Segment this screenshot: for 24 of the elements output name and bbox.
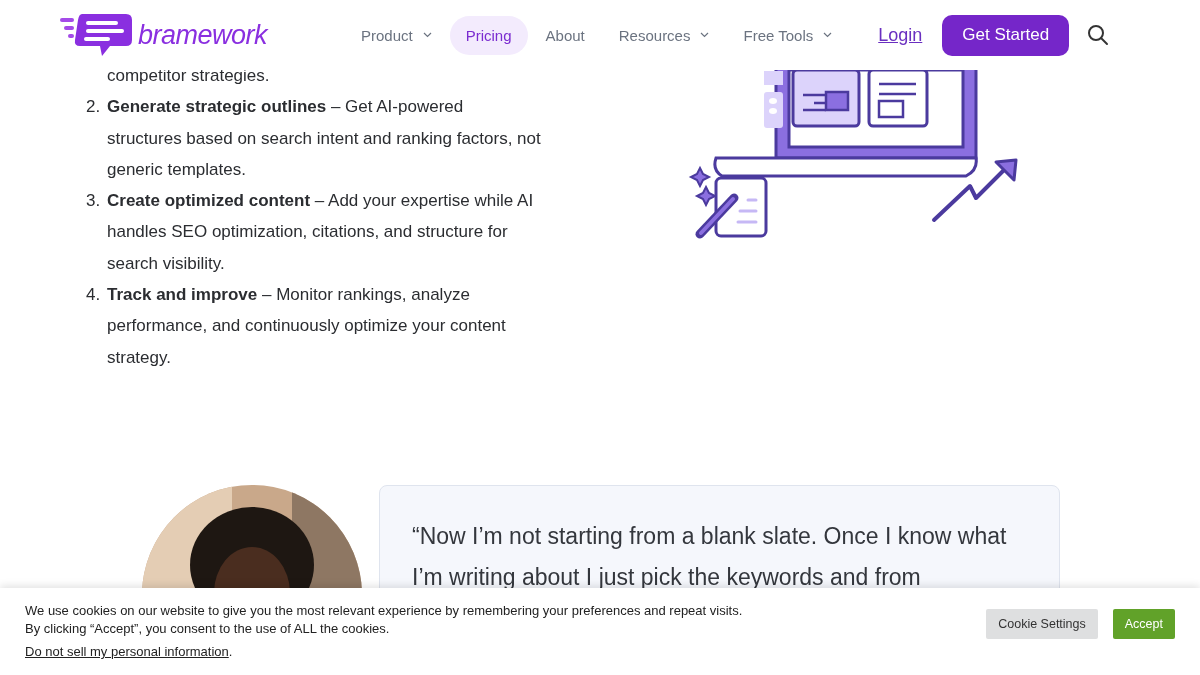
testimonial-quote: “Now I’m not starting from a blank slate. Once I know what I’m writing about I just pick the keywords and from — [412, 521, 1008, 592]
trend-arrow-icon — [932, 158, 1018, 222]
search-icon[interactable] — [1087, 24, 1110, 46]
nav-link[interactable]: Product — [345, 15, 448, 55]
cookie-button[interactable]: Accept — [1112, 609, 1175, 639]
step-text: competitor strategies. — [107, 65, 271, 87]
nav-link[interactable]: Free Tools — [727, 15, 849, 55]
nav-link[interactable]: Pricing — [449, 15, 528, 55]
login-link[interactable]: Login — [878, 24, 923, 46]
cookie-button[interactable]: Cookie Settings — [986, 609, 1098, 639]
step-text: Create optimized content – Add your expertise while AI handles SEO optimization, citations, and structure for search visibility. — [107, 190, 535, 275]
step-number: 3. — [86, 190, 102, 213]
get-started-button[interactable]: Get Started — [942, 14, 1070, 56]
period-text: . — [228, 644, 233, 659]
nav-link[interactable]: About — [529, 15, 601, 55]
logo-text[interactable]: bramework — [138, 19, 268, 51]
step-number: 4. — [86, 284, 102, 307]
step-number: 2. — [86, 96, 102, 119]
nav-link[interactable]: Resources — [602, 15, 726, 55]
step-text: Track and improve – Monitor rankings, analyze performance, and continuously optimize your content strategy. — [107, 284, 507, 369]
step-text: Generate strategic outlines – Get AI-powered structures based on search intent and ranking factors, not generic templates. — [107, 96, 541, 181]
cookie-message: We use cookies on our website to give you the most relevant experience by remembering your preferences and repeat visits. — [25, 602, 744, 620]
cookie-message: By clicking “Accept”, you consent to the use of ALL the cookies. — [25, 620, 391, 638]
privacy-link[interactable]: Do not sell my personal information — [25, 644, 229, 659]
